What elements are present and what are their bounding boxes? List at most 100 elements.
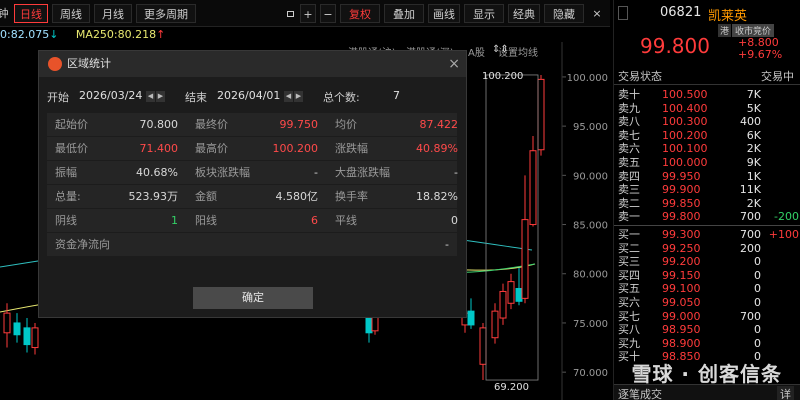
level-label: 买九 bbox=[618, 336, 640, 350]
y-tick-label: 100.000 bbox=[567, 73, 608, 84]
order-book-row: 买三 99.200 0 bbox=[614, 255, 800, 268]
level-price[interactable]: 99.300 bbox=[662, 228, 701, 241]
details-button[interactable]: 详 bbox=[777, 386, 794, 400]
level-label: 买六 bbox=[618, 296, 640, 309]
stat-value: 4.580亿 bbox=[275, 190, 319, 203]
stock-name: 凯莱英 bbox=[708, 9, 748, 24]
toolbar-item-6[interactable]: 画线 bbox=[428, 4, 460, 23]
period-partial-label[interactable]: 钟 bbox=[0, 4, 10, 23]
range-stats-dialog: 区域统计 × 开始 2026/03/24 ◀ ▶ 结束 2026/04/01 ◀ ▶… bbox=[38, 50, 467, 318]
start-date-stepper[interactable]: ◀ ▶ bbox=[145, 88, 165, 102]
level-price[interactable]: 98.900 bbox=[662, 337, 701, 350]
level-label: 买一 bbox=[618, 228, 640, 241]
level-price[interactable]: 99.800 bbox=[662, 210, 701, 223]
stat-value: - bbox=[454, 166, 458, 179]
tick-trades-label[interactable]: 逐笔成交 bbox=[618, 386, 662, 400]
level-price[interactable]: 100.200 bbox=[662, 129, 708, 142]
zoom-in-button[interactable]: + bbox=[300, 4, 316, 23]
start-date[interactable]: 2026/03/24 bbox=[79, 89, 142, 102]
chevron-right-icon[interactable]: ▶ bbox=[156, 91, 165, 102]
confirm-button[interactable]: 确定 bbox=[193, 287, 313, 309]
level-label: 买五 bbox=[618, 282, 640, 296]
level-volume: 7K bbox=[746, 88, 761, 101]
toolbar-item-7[interactable]: 显示 bbox=[464, 4, 504, 23]
close-icon[interactable]: × bbox=[448, 51, 460, 77]
toolbar-item-8[interactable]: 经典 bbox=[508, 4, 540, 23]
range-low-label: 69.200 bbox=[494, 382, 529, 393]
level-volume: 6K bbox=[746, 128, 761, 142]
level-price[interactable]: 99.200 bbox=[662, 255, 701, 268]
level-price[interactable]: 99.950 bbox=[662, 170, 701, 183]
unlock-icon[interactable] bbox=[283, 4, 297, 23]
chevron-icon[interactable] bbox=[618, 6, 628, 20]
end-date[interactable]: 2026/04/01 bbox=[217, 89, 280, 102]
close-panel-icon[interactable]: × bbox=[588, 4, 606, 23]
end-date-stepper[interactable]: ◀ ▶ bbox=[283, 88, 303, 102]
level-label: 买四 bbox=[618, 268, 640, 282]
order-book-row: 买八 98.950 0 bbox=[614, 323, 800, 336]
level-price[interactable]: 100.400 bbox=[662, 102, 708, 115]
level-price[interactable]: 99.100 bbox=[662, 282, 701, 295]
toolbar-item-9[interactable]: 隐藏 bbox=[544, 4, 584, 23]
toolbar-item-5[interactable]: 叠加 bbox=[384, 4, 424, 23]
toolbar-item-3[interactable]: 更多周期 bbox=[136, 4, 196, 23]
order-book-row: 买七 99.000 700 bbox=[614, 310, 800, 323]
stat-value: 6 bbox=[311, 214, 318, 227]
chevron-left-icon[interactable]: ◀ bbox=[284, 91, 293, 102]
chevron-left-icon[interactable]: ◀ bbox=[146, 91, 155, 102]
order-book-row: 买五 99.100 0 bbox=[614, 282, 800, 295]
level-price[interactable]: 100.300 bbox=[662, 115, 708, 128]
stat-value: 71.400 bbox=[139, 142, 179, 155]
level-label: 卖五 bbox=[618, 156, 640, 169]
order-book-row: 卖八 100.300 400 bbox=[614, 115, 800, 128]
candle-body bbox=[3, 312, 11, 334]
last-price: 99.800 bbox=[640, 34, 710, 58]
stock-code: 06821 bbox=[660, 5, 702, 20]
start-label: 开始 bbox=[47, 91, 69, 104]
stat-value: 40.68% bbox=[136, 166, 178, 179]
level-price[interactable]: 100.100 bbox=[662, 142, 708, 155]
level-label: 卖十 bbox=[618, 88, 640, 101]
range-handle-icon[interactable]: ⇕⇕ bbox=[492, 44, 509, 55]
level-volume: 700 bbox=[740, 210, 761, 224]
level-label: 卖八 bbox=[618, 115, 640, 129]
toolbar-item-2[interactable]: 月线 bbox=[94, 4, 132, 23]
toolbar-item-1[interactable]: 周线 bbox=[52, 4, 90, 23]
level-price[interactable]: 99.900 bbox=[662, 183, 701, 196]
level-price[interactable]: 98.950 bbox=[662, 323, 701, 336]
stat-value: 100.200 bbox=[272, 142, 319, 155]
level-price[interactable]: 99.000 bbox=[662, 310, 701, 323]
down-arrow-icon: ↓ bbox=[49, 28, 59, 41]
level-price[interactable]: 100.000 bbox=[662, 156, 708, 169]
candle-body bbox=[537, 78, 545, 151]
candle-body bbox=[491, 310, 499, 339]
end-label: 结束 bbox=[185, 91, 207, 104]
toolbar-item-0[interactable]: 日线 bbox=[14, 4, 48, 23]
level-volume: 0 bbox=[754, 268, 761, 282]
y-tick-label: 80.000 bbox=[573, 270, 608, 281]
toolbar-item-4[interactable]: 复权 bbox=[340, 4, 380, 23]
level-volume: 200 bbox=[740, 241, 761, 255]
level-volume: 0 bbox=[754, 255, 761, 269]
level-price[interactable]: 99.150 bbox=[662, 269, 701, 282]
candle-body bbox=[521, 219, 529, 299]
candle-body bbox=[529, 150, 537, 226]
chart-toolbar: 钟 日线 周线 月线 更多周期 + − 复权 叠加 画线 显示 经典 隐藏 × bbox=[0, 0, 610, 27]
quote-panel: 06821 凯莱英 99.800 港 收市竞价 +8.800 +9.67% 交易… bbox=[613, 0, 800, 400]
zoom-out-button[interactable]: − bbox=[320, 4, 336, 23]
y-tick-label: 95.000 bbox=[573, 122, 608, 133]
chevron-right-icon[interactable]: ▶ bbox=[294, 91, 303, 102]
level-label: 买二 bbox=[618, 241, 640, 255]
level-price[interactable]: 99.850 bbox=[662, 197, 701, 210]
order-book-row: 卖九 100.400 5K bbox=[614, 102, 800, 115]
level-label: 卖二 bbox=[618, 196, 640, 210]
level-price[interactable]: 99.250 bbox=[662, 242, 701, 255]
watermark: 雪球 · 创客信条 bbox=[631, 362, 782, 386]
chart-subtab-2[interactable]: A股 bbox=[468, 47, 485, 59]
y-tick-label: 90.000 bbox=[573, 171, 608, 182]
candle-body bbox=[365, 317, 373, 334]
up-arrow-icon: ↑ bbox=[156, 28, 166, 41]
level-price[interactable]: 99.050 bbox=[662, 296, 701, 309]
level-price[interactable]: 100.500 bbox=[662, 88, 708, 101]
y-tick-label: 75.000 bbox=[573, 319, 608, 330]
